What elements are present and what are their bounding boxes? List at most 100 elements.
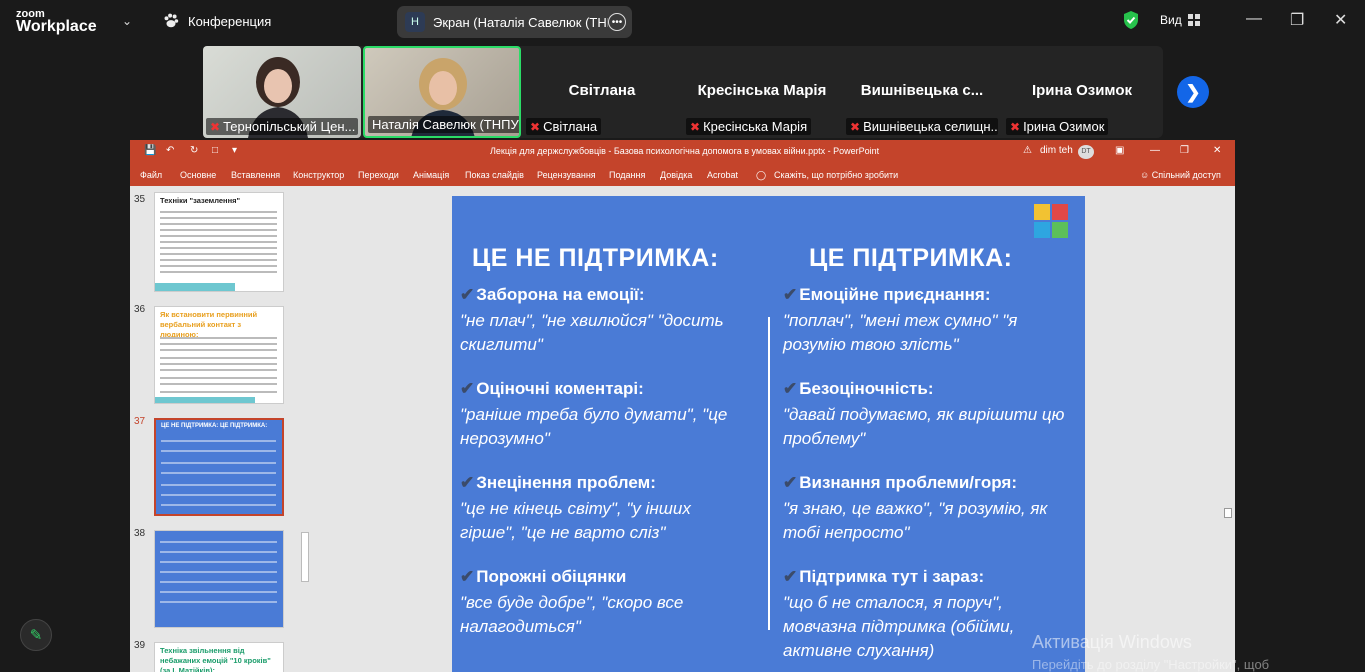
shield-icon[interactable] <box>1122 10 1140 30</box>
windows-activation-title: Активація Windows <box>1032 632 1192 652</box>
share-label: Экран (Наталія Савелюк (ТНПУ <box>433 14 608 30</box>
check-icon: ✔ <box>460 379 475 398</box>
lightbulb-icon: ◯ <box>756 170 767 180</box>
column-divider <box>768 317 770 630</box>
thumbnail-title: Техніка звільнення від небажаних емоцій … <box>160 646 271 672</box>
item-heading: ✔ Заборона на емоції: <box>460 285 645 304</box>
ppt-document-title: Лекція для держслужбовців - Базова психо… <box>490 146 880 156</box>
shared-screen-powerpoint: 💾 ↶ ↻ □ ▾ Лекція для держслужбовців - Ба… <box>130 140 1235 672</box>
participant-name-large: Ірина Озимок <box>1031 82 1133 99</box>
check-icon: ✔ <box>783 567 798 586</box>
share-button[interactable]: ☺ Спільний доступ <box>1140 170 1221 180</box>
participant-tile[interactable]: Вишнівецька с... ✖ Вишнівецька селищн... <box>843 46 1001 138</box>
check-icon: ✔ <box>460 473 475 492</box>
slide-number: 37 <box>134 416 146 427</box>
tab-animation[interactable]: Анімація <box>413 170 449 180</box>
tab-view[interactable]: Подання <box>609 170 645 180</box>
participant-tile[interactable]: Кресінська Марія ✖ Кресінська Марія <box>683 46 841 138</box>
thumbnail-title: Як встановити первинний вербальний конта… <box>160 310 258 339</box>
slide-thumbnail[interactable]: Як встановити первинний вербальний конта… <box>154 306 284 404</box>
item-heading: ✔ Оціночні коментарі: <box>460 379 644 398</box>
item-heading: ✔ Знецінення проблем: <box>460 473 656 492</box>
next-page-icon[interactable]: ❯ <box>1177 76 1209 108</box>
restore-icon[interactable]: ❐ <box>1290 10 1304 30</box>
participant-label: ✖ Тернопільський Цен... <box>206 118 358 135</box>
save-icon[interactable]: 💾 <box>144 145 156 156</box>
participants-strip: ✖ Тернопільський Цен... Наталія Савелюк (… <box>203 46 1163 138</box>
participant-label: ✖ Вишнівецька селищн... <box>846 118 998 135</box>
view-label: Вид <box>1160 13 1182 27</box>
slide-thumbnail-selected[interactable]: ЦЕ НЕ ПІДТРИМКА: ЦЕ ПІДТРИМКА: <box>154 418 284 516</box>
meeting-menu[interactable]: Конференция <box>162 12 271 30</box>
participant-tile-active[interactable]: Наталія Савелюк (ТНПУ) <box>363 46 521 138</box>
mic-muted-icon: ✖ <box>850 119 861 134</box>
slide-thumbnail[interactable]: Техніки "заземлення" <box>154 192 284 292</box>
chevron-down-icon[interactable]: ⌄ <box>122 14 132 28</box>
check-icon: ✔ <box>460 567 475 586</box>
mic-muted-icon: ✖ <box>1010 119 1021 134</box>
check-icon: ✔ <box>783 379 798 398</box>
participant-tile[interactable]: Ірина Озимок ✖ Ірина Озимок <box>1003 46 1161 138</box>
close-icon[interactable]: ✕ <box>1213 145 1221 156</box>
item-quote: "поплач", "мені теж сумно" "я розумію тв… <box>783 311 1018 354</box>
item-quote: "давай подумаємо, як вирішити цю проблем… <box>783 405 1065 448</box>
tab-home[interactable]: Основне <box>180 170 216 180</box>
ribbon-display-icon[interactable]: ▣ <box>1115 145 1124 156</box>
ppt-user-avatar[interactable]: DT <box>1078 145 1094 159</box>
restore-icon[interactable]: ❐ <box>1180 145 1189 156</box>
participant-tile[interactable]: Світлана ✖ Світлана <box>523 46 681 138</box>
paw-icon <box>164 13 179 28</box>
scroll-marker <box>1224 508 1232 518</box>
tab-design[interactable]: Конструктор <box>293 170 344 180</box>
more-icon[interactable]: ••• <box>608 13 626 31</box>
participant-tile[interactable]: ✖ Тернопільський Цен... <box>203 46 361 138</box>
thumbnails-scrollbar[interactable] <box>301 532 309 582</box>
slide-thumbnails-pane: 35 Техніки "заземлення" 36 Як встановити… <box>130 186 300 672</box>
tab-review[interactable]: Рецензування <box>537 170 596 180</box>
ppt-ribbon-tabs: Файл Основне Вставлення Конструктор Пере… <box>130 164 1235 186</box>
slide-thumbnail[interactable]: Техніка звільнення від небажаних емоцій … <box>154 642 284 672</box>
close-icon[interactable]: ✕ <box>1334 10 1347 30</box>
tab-slideshow[interactable]: Показ слайдів <box>465 170 524 180</box>
item-quote: "не плач", "не хвилюйся" "досить скиглит… <box>460 311 724 354</box>
current-slide: ЦЕ НЕ ПІДТРИМКА: ЦЕ ПІДТРИМКА: ✔ Заборона… <box>452 196 1085 672</box>
view-button[interactable]: Вид <box>1160 13 1200 27</box>
participant-label: Наталія Савелюк (ТНПУ) <box>368 116 519 133</box>
minimize-icon[interactable]: — <box>1246 10 1262 28</box>
zoom-topbar: zoom Workplace ⌄ Конференция Н Экран (На… <box>0 0 1365 44</box>
item-quote: "це не кінець світу", "у інших гірше", "… <box>460 499 691 542</box>
item-heading: ✔ Підтримка тут і зараз: <box>783 567 985 586</box>
thumbnail-title: Техніки "заземлення" <box>160 196 241 205</box>
tab-help[interactable]: Довідка <box>660 170 692 180</box>
mic-muted-icon: ✖ <box>690 119 701 134</box>
tab-file[interactable]: Файл <box>140 170 162 180</box>
brand-logo: Workplace <box>16 18 97 35</box>
left-header: ЦЕ НЕ ПІДТРИМКА: <box>472 244 719 272</box>
puzzle-icon <box>1034 204 1068 238</box>
slide-number: 38 <box>134 528 146 539</box>
item-quote: "все буде добре", "скоро все налагодитьс… <box>460 593 684 636</box>
item-heading: ✔ Безоціночність: <box>783 379 934 398</box>
tab-insert[interactable]: Вставлення <box>231 170 280 180</box>
screen-share-pill[interactable]: Н Экран (Наталія Савелюк (ТНПУ ••• <box>397 6 632 38</box>
participant-label: ✖ Ірина Озимок <box>1006 118 1109 135</box>
customize-icon[interactable]: ▾ <box>232 145 237 156</box>
tell-me-input[interactable]: Скажіть, що потрібно зробити <box>774 170 898 180</box>
check-icon: ✔ <box>460 285 475 304</box>
tab-transitions[interactable]: Переходи <box>358 170 399 180</box>
item-heading: ✔ Порожні обіцянки <box>460 567 627 586</box>
participant-name-large: Світлана <box>568 82 636 99</box>
redo-icon[interactable]: ↻ <box>190 145 198 156</box>
slide-number: 35 <box>134 194 146 205</box>
present-icon[interactable]: □ <box>212 145 218 156</box>
slide-thumbnail[interactable] <box>154 530 284 628</box>
ppt-user-name: dim teh <box>1040 145 1073 156</box>
pen-icon[interactable]: ✎ <box>20 619 52 651</box>
tab-acrobat[interactable]: Acrobat <box>707 170 738 180</box>
item-quote: "що б не сталося, я поруч", мовчазна під… <box>783 593 1015 660</box>
meeting-label: Конференция <box>188 13 272 29</box>
mic-muted-icon: ✖ <box>210 119 221 134</box>
share-avatar: Н <box>405 12 425 32</box>
minimize-icon[interactable]: — <box>1150 145 1160 156</box>
undo-icon[interactable]: ↶ <box>166 145 174 156</box>
